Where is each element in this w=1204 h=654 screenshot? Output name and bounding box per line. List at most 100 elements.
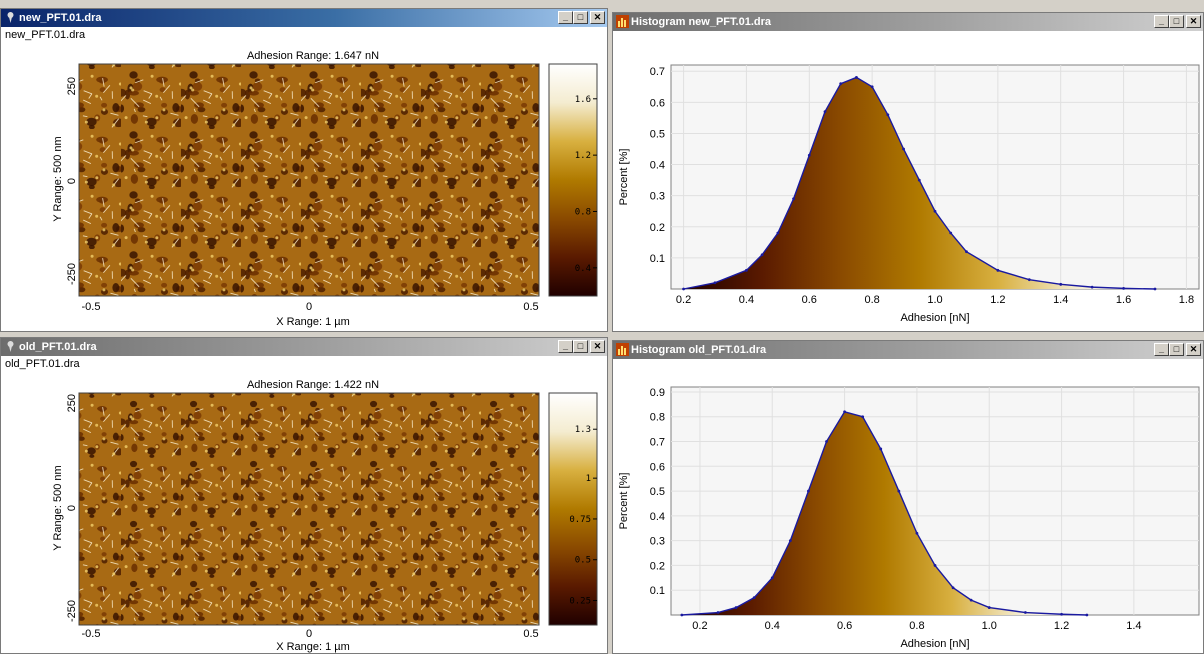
- histogram-chart: 0.2 0.4 0.6 0.8 1.0 1.2 1.4 1.6 1.8 0.1 0.2 0.3 0.4 0…: [618, 64, 1200, 324]
- histogram-point: [839, 82, 843, 86]
- colorbar-tick-label: 0.25: [569, 597, 591, 607]
- y-tick-label: 0.2: [650, 560, 665, 572]
- x-tick-label: 1.8: [1179, 294, 1194, 306]
- map-window-new[interactable]: new_PFT.01.dra _ □ ✕ new_PFT.01.dra Adhe…: [0, 8, 608, 332]
- x-tick-label: 1.0: [982, 620, 997, 632]
- x-tick-label: 0.5: [523, 628, 538, 640]
- colorbar-tick-label: 0.4: [575, 264, 591, 274]
- colorbar: 1.3 1 0.75 0.5 0.25: [548, 392, 598, 626]
- x-tick-labels: -0.5 0 0.5: [82, 628, 539, 640]
- y-tick-label: 0.5: [650, 128, 665, 140]
- x-tick-label: 1.4: [1126, 620, 1141, 632]
- histogram-point: [879, 447, 883, 451]
- y-axis-label: Y Range: 500 nm: [52, 465, 64, 550]
- histogram-chart: 0.2 0.4 0.6 0.8 1.0 1.2 1.4 0.1 0.2 0.3 0.4 0.5 0.6 0…: [618, 386, 1200, 650]
- histogram-point: [933, 209, 937, 213]
- histogram-point: [996, 268, 1000, 272]
- adhesion-map-texture: [79, 64, 539, 296]
- histogram-point: [886, 113, 890, 117]
- histogram-point: [855, 76, 858, 79]
- adhesion-map-image[interactable]: [78, 392, 540, 626]
- x-axis-label: Adhesion [nN]: [900, 312, 969, 324]
- y-axis-label: Percent [%]: [618, 149, 630, 206]
- x-tick-label: 0: [306, 301, 312, 313]
- y-tick-label: 0.6: [650, 461, 665, 473]
- colorbar-tick-label: 1: [586, 474, 591, 484]
- colorbar-tick-label: 0.8: [575, 207, 591, 217]
- colorbar-tick-label: 1.3: [575, 425, 591, 435]
- y-tick-label: 0.4: [650, 511, 665, 523]
- histogram-point: [843, 410, 846, 414]
- histogram-point: [1153, 287, 1157, 291]
- x-axis-label: X Range: 1 µm: [276, 316, 350, 328]
- histogram-point: [1060, 612, 1063, 616]
- colorbar-tick-label: 0.5: [575, 556, 591, 566]
- histogram-point: [770, 576, 774, 580]
- histogram-point: [760, 253, 764, 257]
- y-tick-label: 0.3: [650, 536, 665, 548]
- histogram-point: [917, 178, 921, 182]
- x-tick-label: 0.6: [837, 620, 852, 632]
- x-tick-label: 0.4: [739, 294, 754, 306]
- histogram-point: [1122, 286, 1125, 290]
- x-tick-label: 0.4: [765, 620, 780, 632]
- histogram-point: [870, 85, 874, 89]
- histogram-point: [792, 197, 795, 201]
- histogram-point: [823, 110, 827, 114]
- colorbar-tick-label: 1.2: [575, 151, 591, 161]
- x-tick-label: 0.2: [676, 294, 691, 306]
- y-tick-label: 0.6: [650, 97, 665, 109]
- histogram-point: [1085, 613, 1089, 617]
- histogram-point: [965, 250, 968, 254]
- histogram-point: [734, 606, 738, 609]
- adhesion-map-panel: Adhesion Range: 1.647 nN Y Range: 500 nm…: [52, 50, 598, 328]
- histogram-window-new[interactable]: Histogram new_PFT.01.dra _ □ ✕ 0.2 0.4 0.6…: [612, 12, 1204, 332]
- adhesion-map-texture: [79, 393, 539, 625]
- y-tick-label: 250: [66, 77, 78, 95]
- x-tick-label: 0.8: [864, 294, 879, 306]
- histogram-point: [987, 606, 991, 609]
- y-tick-label: -250: [66, 263, 78, 285]
- y-tick-label: 0.1: [650, 253, 665, 265]
- y-tick-label: 0: [66, 178, 78, 184]
- histogram-point: [807, 153, 811, 157]
- y-tick-label: 0.2: [650, 222, 665, 234]
- y-tick-labels: 250 0 -250: [66, 77, 78, 285]
- histogram-point: [1024, 611, 1027, 614]
- y-tick-label: -250: [66, 600, 78, 622]
- adhesion-map-image[interactable]: [78, 63, 540, 297]
- histogram-point: [897, 489, 901, 493]
- histogram-point: [969, 598, 973, 602]
- histogram-point: [745, 268, 748, 272]
- y-tick-label: 0.9: [650, 387, 665, 399]
- histogram-point: [949, 231, 953, 235]
- histogram-point: [713, 281, 717, 285]
- y-tick-label: 0.7: [650, 437, 665, 449]
- y-axis-label: Percent [%]: [618, 473, 630, 530]
- x-tick-label: 1.6: [1116, 294, 1131, 306]
- map-window-old[interactable]: old_PFT.01.dra _ □ ✕ old_PFT.01.dra Adhe…: [0, 337, 608, 654]
- histogram-point: [716, 611, 720, 614]
- histogram-point: [776, 231, 780, 235]
- histogram-point: [1090, 285, 1094, 289]
- colorbar-tick-label: 1.6: [575, 95, 591, 105]
- x-tick-label: 0.8: [909, 620, 924, 632]
- y-tick-label: 0: [66, 505, 78, 511]
- x-tick-label: 0.2: [692, 620, 707, 632]
- colorbar: 1.6 1.2 0.8 0.4: [548, 63, 598, 297]
- histogram-point: [861, 415, 865, 419]
- y-tick-label: 0.4: [650, 160, 665, 172]
- y-tick-labels: 250 0 -250: [66, 394, 78, 622]
- x-axis-label: Adhesion [nN]: [900, 638, 969, 650]
- histogram-point: [788, 539, 792, 543]
- y-tick-label: 0.8: [650, 412, 665, 424]
- histogram-point: [825, 440, 828, 443]
- adhesion-map-panel: Adhesion Range: 1.422 nN Y Range: 500 nm…: [52, 379, 598, 653]
- y-axis-label: Y Range: 500 nm: [52, 136, 64, 221]
- histogram-point: [1059, 282, 1063, 286]
- histogram-point: [902, 147, 905, 151]
- y-tick-label: 250: [66, 394, 78, 412]
- histogram-window-old[interactable]: Histogram old_PFT.01.dra _ □ ✕ 0.2 0.4 0.6…: [612, 340, 1204, 654]
- x-tick-label: 1.2: [990, 294, 1005, 306]
- x-tick-label: -0.5: [82, 301, 101, 313]
